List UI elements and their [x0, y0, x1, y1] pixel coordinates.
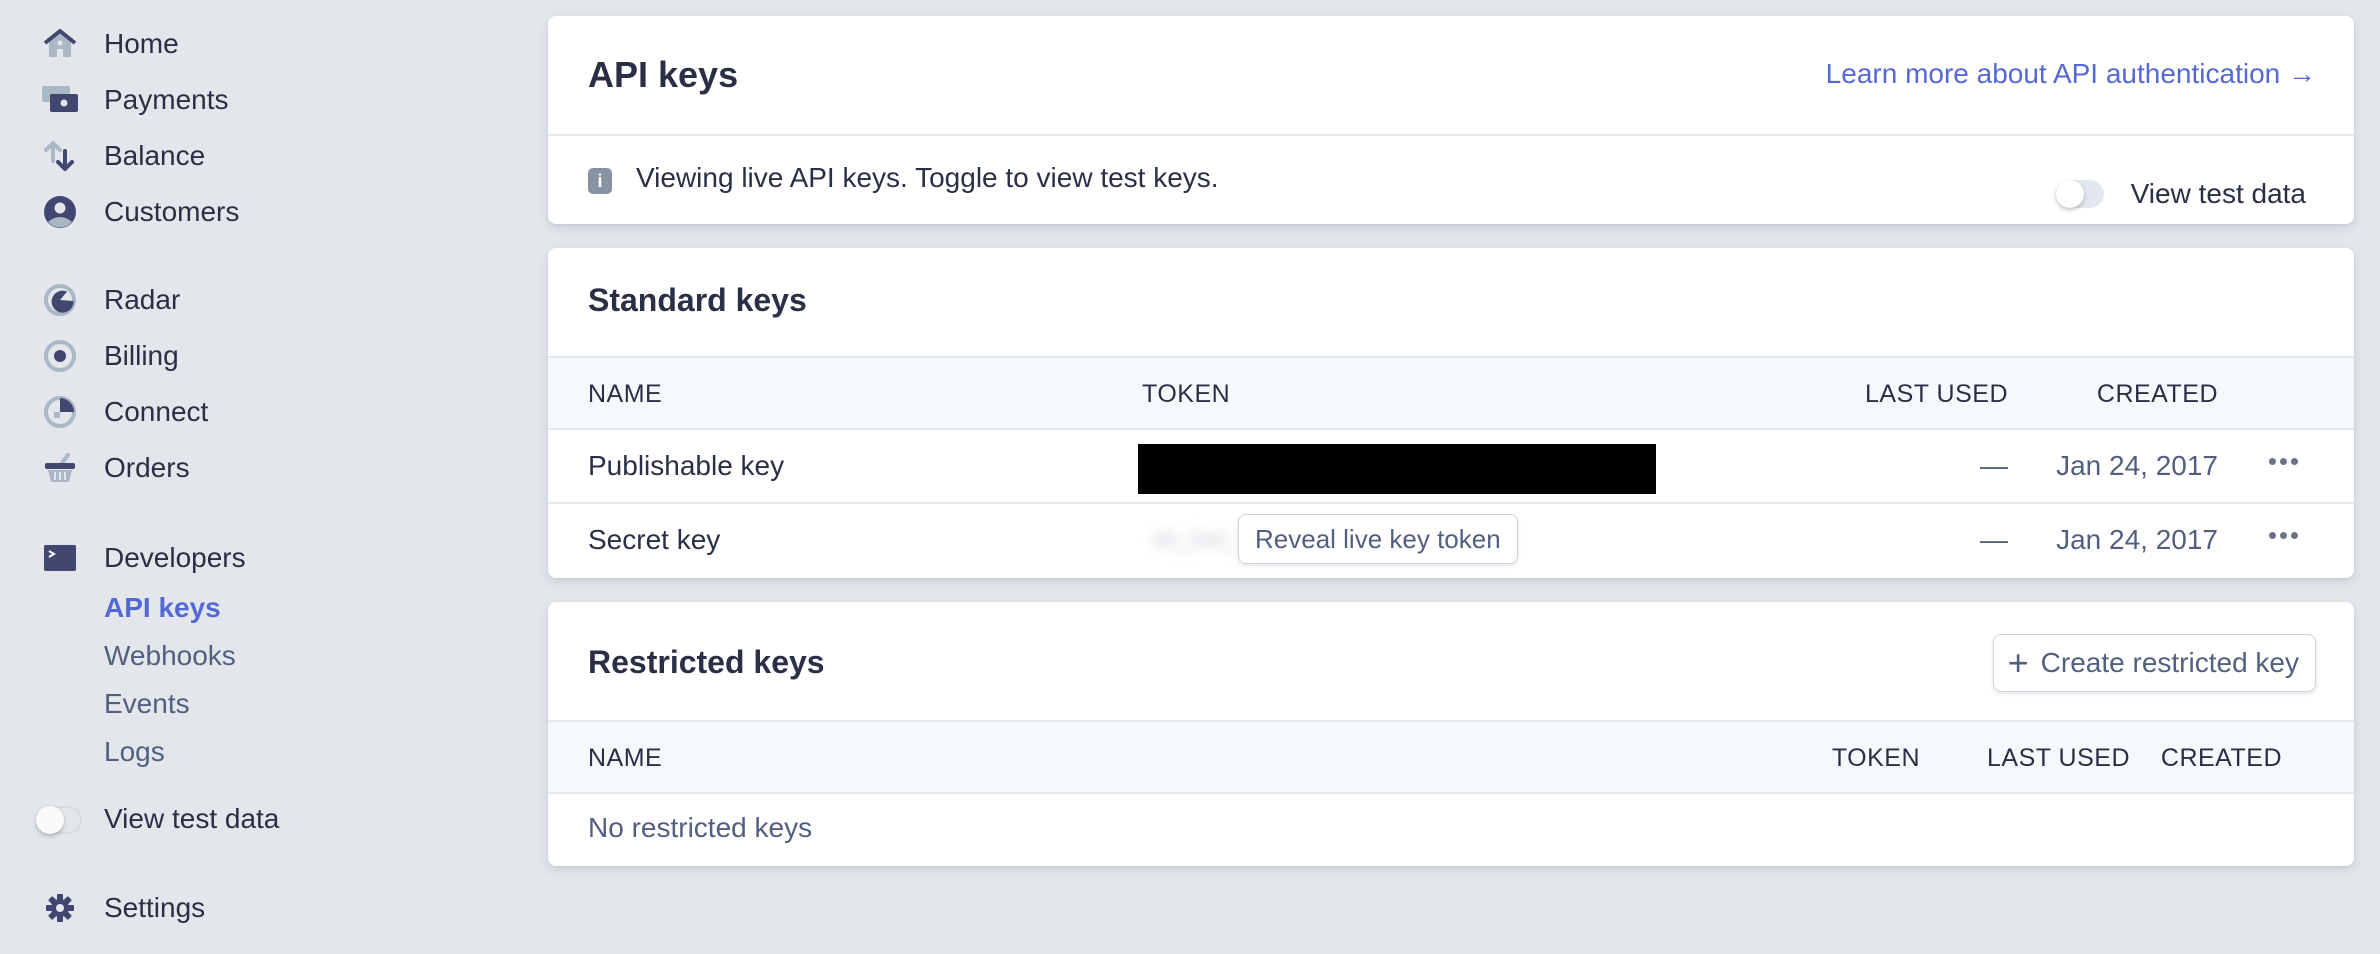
info-icon: i — [588, 168, 612, 194]
more-options-button[interactable] — [2269, 532, 2298, 539]
sidebar-item-radar[interactable]: Radar — [42, 280, 180, 320]
sidebar-item-label: Home — [104, 28, 179, 59]
view-test-data-toggle[interactable] — [2056, 180, 2104, 208]
terminal-icon — [42, 540, 78, 576]
learn-more-link[interactable]: Learn more about API authentication → — [1826, 58, 2316, 90]
gear-icon — [42, 890, 78, 926]
basket-icon — [42, 450, 78, 486]
sidebar-item-connect[interactable]: Connect — [42, 392, 208, 432]
sidebar-item-home[interactable]: Home — [42, 24, 179, 64]
sidebar-item-label: Balance — [104, 140, 206, 171]
key-name: Secret key — [588, 524, 721, 555]
sidebar-item-label: Radar — [104, 284, 181, 315]
billing-icon — [42, 338, 78, 374]
redacted-token — [1138, 444, 1656, 494]
sidebar-item-label: Billing — [104, 340, 179, 371]
standard-keys-card: Standard keys NAME TOKEN LAST USED CREAT… — [548, 248, 2354, 578]
table-header: NAME TOKEN LAST USED CREATED — [548, 358, 2354, 428]
sidebar-item-developers[interactable]: Developers — [42, 538, 246, 578]
sidebar-item-billing[interactable]: Billing — [42, 336, 179, 376]
view-test-data-label: View test data — [2130, 178, 2306, 209]
balance-arrows-icon — [42, 138, 78, 174]
toggle-knob — [2056, 180, 2084, 208]
sidebar-item-label: Payments — [104, 84, 229, 115]
sidebar-item-customers[interactable]: Customers — [42, 192, 239, 232]
table-row[interactable]: Secret key sk_live_•••••••••••••••••• Re… — [548, 504, 2354, 576]
sidebar-item-label: Orders — [104, 452, 190, 483]
column-header-created: CREATED — [2160, 744, 2282, 772]
radar-icon — [42, 282, 78, 318]
created-date: Jan 24, 2017 — [2056, 524, 2218, 555]
divider — [548, 792, 2354, 794]
restricted-keys-card: Restricted keys + Create restricted key … — [548, 602, 2354, 866]
sidebar-subitem-events[interactable]: Events — [104, 688, 190, 720]
table-header: NAME TOKEN LAST USED CREATED — [548, 722, 2354, 792]
table-row[interactable]: Publishable key — Jan 24, 2017 — [548, 430, 2354, 502]
sidebar-item-label: Connect — [104, 396, 209, 427]
created-date: Jan 24, 2017 — [2056, 450, 2218, 481]
info-message: Viewing live API keys. Toggle to view te… — [636, 162, 1219, 193]
last-used: — — [1980, 524, 2008, 555]
sidebar-item-settings[interactable]: Settings — [42, 888, 205, 928]
column-header-created: CREATED — [2096, 380, 2218, 408]
column-header-name: NAME — [588, 380, 663, 408]
empty-state-message: No restricted keys — [588, 812, 813, 843]
last-used: — — [1980, 450, 2008, 481]
plus-icon: + — [2007, 642, 2029, 683]
sidebar-subitem-logs[interactable]: Logs — [104, 736, 165, 768]
sidebar-item-label: Developers — [104, 542, 246, 573]
reveal-live-key-button[interactable]: Reveal live key token — [1238, 514, 1518, 564]
sidebar-test-data-label: View test data — [104, 803, 280, 834]
page-title: API keys — [588, 54, 739, 95]
standard-keys-title: Standard keys — [588, 282, 807, 318]
column-header-token: TOKEN — [1142, 380, 1231, 408]
sidebar-item-balance[interactable]: Balance — [42, 136, 205, 176]
sidebar: Home Payments Balance Customers Radar Bi… — [0, 0, 540, 954]
more-options-button[interactable] — [2269, 458, 2298, 465]
sidebar-item-payments[interactable]: Payments — [42, 80, 229, 120]
create-restricted-key-label: Create restricted key — [2040, 647, 2299, 678]
sidebar-subitem-webhooks[interactable]: Webhooks — [104, 640, 236, 672]
sidebar-item-orders[interactable]: Orders — [42, 448, 190, 488]
connect-icon — [42, 394, 78, 430]
sidebar-item-label: Customers — [104, 196, 240, 227]
column-header-last-used: LAST USED — [1865, 380, 2008, 408]
sidebar-item-label: Settings — [104, 892, 206, 923]
sidebar-subitem-api-keys[interactable]: API keys — [104, 592, 221, 624]
column-header-token: TOKEN — [1831, 744, 1920, 772]
key-name: Publishable key — [588, 450, 785, 481]
create-restricted-key-button[interactable]: + Create restricted key — [1992, 634, 2316, 692]
column-header-name: NAME — [588, 744, 663, 772]
divider — [548, 134, 2354, 136]
customer-icon — [42, 194, 78, 230]
restricted-keys-title: Restricted keys — [588, 644, 825, 680]
column-header-last-used: LAST USED — [1987, 744, 2130, 772]
payments-icon — [42, 82, 78, 118]
home-icon — [42, 26, 78, 62]
toggle-knob — [36, 806, 64, 834]
api-keys-card: API keys Learn more about API authentica… — [548, 16, 2354, 224]
sidebar-test-data-toggle[interactable] — [36, 806, 82, 834]
